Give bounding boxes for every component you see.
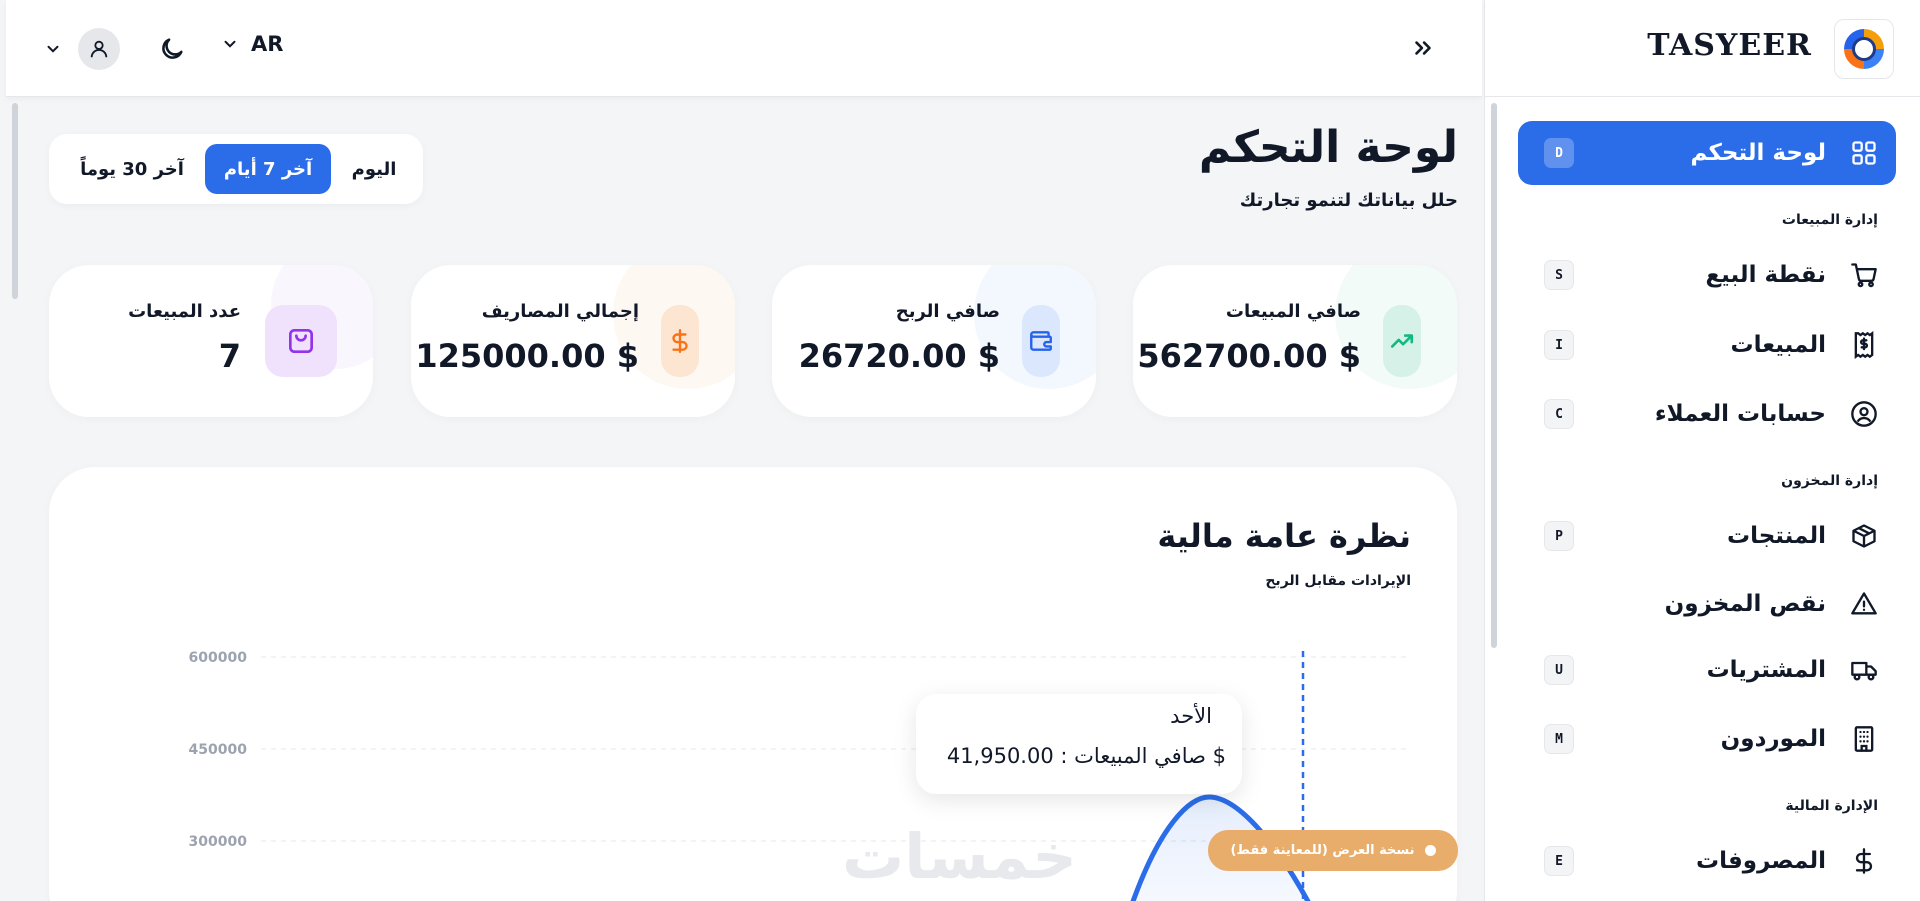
sidebar-item-label: الموردون xyxy=(1720,726,1826,752)
stat-value: 7 xyxy=(218,337,241,375)
dollar-icon xyxy=(1848,845,1880,877)
wallet-icon xyxy=(1022,305,1060,377)
range-today-button[interactable]: اليوم xyxy=(333,144,415,194)
top-bar: AR xyxy=(6,0,1482,97)
brand-name: TASYEER xyxy=(1647,28,1812,63)
sidebar-item-label: نقص المخزون xyxy=(1664,591,1826,617)
truck-icon xyxy=(1848,654,1880,686)
building-icon xyxy=(1848,723,1880,755)
sidebar-item-pos[interactable]: نقطة البيع S xyxy=(1518,243,1896,307)
status-dot-icon xyxy=(1424,845,1436,856)
brand-logo[interactable] xyxy=(1834,19,1894,79)
main-scrollbar[interactable] xyxy=(12,103,18,299)
sidebar: TASYEER لوحة التحكم D إدارة المبيعات نقط… xyxy=(1484,0,1920,901)
chart-title: نظرة عامة مالية xyxy=(1157,517,1411,555)
section-title-finance: الإدارة المالية xyxy=(1785,798,1878,814)
stat-label: إجمالي المصاريف xyxy=(481,301,639,322)
stat-value: 562700.00 $ xyxy=(1137,337,1361,375)
shortcut-badge: S xyxy=(1544,260,1574,290)
language-code: AR xyxy=(251,32,284,56)
warning-icon xyxy=(1848,588,1880,620)
shopping-bag-icon xyxy=(265,305,337,377)
sidebar-item-suppliers[interactable]: الموردون M xyxy=(1518,707,1896,771)
box-icon xyxy=(1848,520,1880,552)
sidebar-item-purchases[interactable]: المشتريات U xyxy=(1518,638,1896,702)
page-title: لوحة التحكم xyxy=(1198,122,1458,173)
theme-toggle-button[interactable] xyxy=(156,33,188,65)
sidebar-item-label: المبيعات xyxy=(1730,332,1826,358)
sidebar-item-products[interactable]: المنتجات P xyxy=(1518,504,1896,568)
sidebar-item-expenses[interactable]: المصروفات E xyxy=(1518,829,1896,893)
chevrons-right-icon xyxy=(1415,41,1431,55)
shortcut-badge: P xyxy=(1544,521,1574,551)
demo-badge-label: نسخة العرض (للمعاينة فقط) xyxy=(1230,843,1415,858)
stat-card-total-expenses: إجمالي المصاريف 125000.00 $ xyxy=(411,265,735,417)
language-selector[interactable]: AR xyxy=(221,32,283,56)
sidebar-item-label: نقطة البيع xyxy=(1705,262,1826,288)
user-avatar[interactable] xyxy=(78,28,120,70)
collapse-sidebar-button[interactable] xyxy=(1408,33,1438,63)
sidebar-item-sales[interactable]: المبيعات I xyxy=(1518,313,1896,377)
shortcut-badge: E xyxy=(1544,846,1574,876)
shortcut-badge: I xyxy=(1544,330,1574,360)
sidebar-item-label: المشتريات xyxy=(1706,657,1826,683)
sidebar-item-customer-accounts[interactable]: حسابات العملاء C xyxy=(1518,382,1896,446)
sidebar-item-dashboard[interactable]: لوحة التحكم D xyxy=(1518,121,1896,185)
stat-label: صافي المبيعات xyxy=(1225,301,1361,322)
dashboard-grid-icon xyxy=(1848,137,1880,169)
cart-icon xyxy=(1848,259,1880,291)
stat-value: 26720.00 $ xyxy=(798,337,1000,375)
user-menu-chevron[interactable] xyxy=(42,38,64,60)
tooltip-day: الأحد xyxy=(1170,704,1212,728)
sidebar-item-label: المصروفات xyxy=(1695,848,1826,874)
watermark: خمسات xyxy=(842,820,1077,893)
chart-subtitle: الإيرادات مقابل الربح xyxy=(1265,573,1411,589)
user-icon xyxy=(90,40,108,58)
date-range-selector: اليوم آخر 7 أيام آخر 30 يوماً xyxy=(49,134,423,204)
demo-version-badge[interactable]: نسخة العرض (للمعاينة فقط) xyxy=(1208,830,1458,871)
sidebar-item-label: المنتجات xyxy=(1726,523,1826,549)
dollar-icon xyxy=(661,305,699,377)
section-title-inventory: إدارة المخزون xyxy=(1781,473,1878,489)
stat-card-net-sales: صافي المبيعات 562700.00 $ xyxy=(1133,265,1457,417)
shortcut-badge: M xyxy=(1544,724,1574,754)
moon-icon xyxy=(162,38,183,59)
chart-tooltip: الأحد صافي المبيعات : 41,950.00 $ xyxy=(916,694,1242,794)
shortcut-badge: C xyxy=(1544,399,1574,429)
brand-header: TASYEER xyxy=(1484,0,1920,97)
stat-label: عدد المبيعات xyxy=(128,301,241,322)
shortcut-badge: U xyxy=(1544,655,1574,685)
trending-up-icon xyxy=(1383,305,1421,377)
chevron-down-icon xyxy=(224,40,236,48)
sidebar-item-low-stock[interactable]: نقص المخزون xyxy=(1518,572,1896,636)
stat-value: 125000.00 $ xyxy=(415,337,639,375)
page-subtitle: حلل بياناتك لتنمو تجارتك xyxy=(1239,190,1458,211)
shortcut-badge: D xyxy=(1544,138,1574,168)
y-tick-label: 450000 xyxy=(189,742,248,758)
sidebar-scrollbar[interactable] xyxy=(1491,103,1497,648)
receipt-icon xyxy=(1848,329,1880,361)
stat-label: صافي الربح xyxy=(895,301,1000,322)
tooltip-value: صافي المبيعات : 41,950.00 $ xyxy=(946,744,1226,768)
section-title-sales: إدارة المبيعات xyxy=(1781,212,1878,228)
user-circle-icon xyxy=(1848,398,1880,430)
y-tick-label: 300000 xyxy=(189,834,248,850)
stat-card-net-profit: صافي الربح 26720.00 $ xyxy=(772,265,1096,417)
range-last-7-days-button[interactable]: آخر 7 أيام xyxy=(205,144,331,194)
y-tick-label: 600000 xyxy=(189,650,248,666)
range-last-30-days-button[interactable]: آخر 30 يوماً xyxy=(63,144,201,194)
sidebar-item-label: لوحة التحكم xyxy=(1690,140,1826,166)
stat-card-sales-count: عدد المبيعات 7 xyxy=(49,265,373,417)
chevron-down-icon xyxy=(47,45,59,53)
sidebar-item-label: حسابات العملاء xyxy=(1654,401,1826,427)
